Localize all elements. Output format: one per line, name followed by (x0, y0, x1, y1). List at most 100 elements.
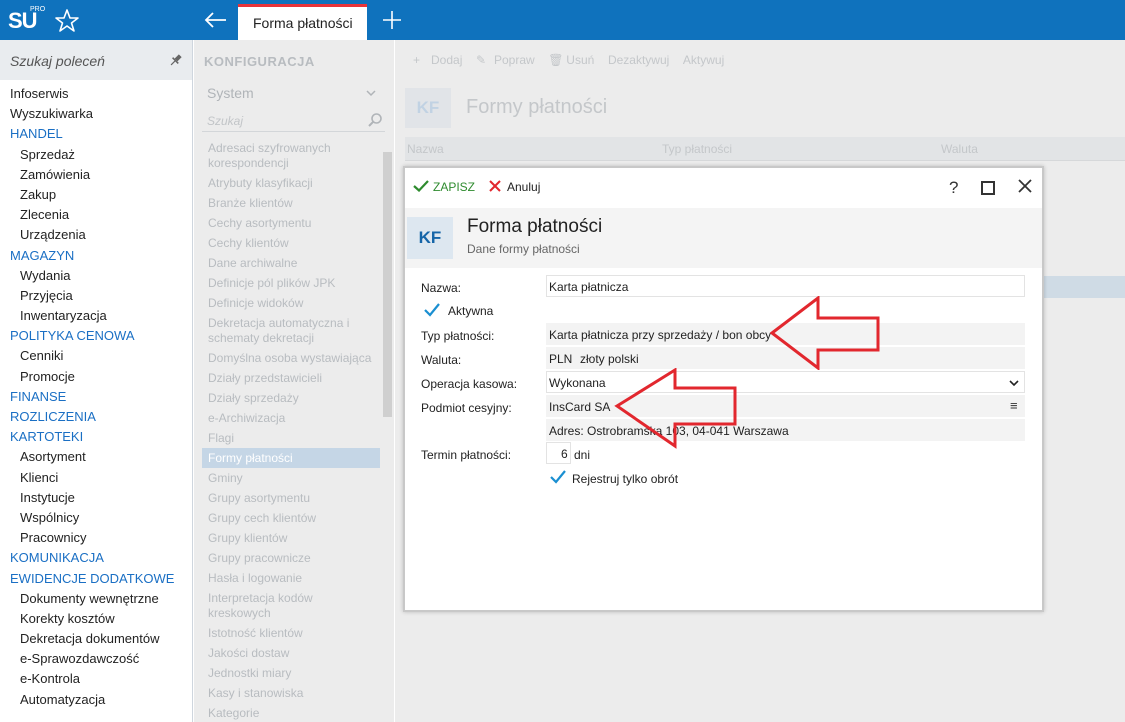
nav-item[interactable]: Wyszukiwarka (0, 104, 192, 124)
nav-item[interactable]: Urządzenia (0, 225, 192, 245)
nav-item[interactable]: Asortyment (0, 447, 192, 467)
list-menu-icon[interactable]: ≡ (1010, 398, 1018, 413)
config-list-item[interactable]: Adresaci szyfrowanych korespondencji (202, 138, 380, 173)
config-list-item[interactable]: Kasy i stanowiska (202, 683, 380, 703)
config-list-item[interactable]: Formy płatności (202, 448, 380, 468)
delete-button[interactable]: 🗑 Usuń (548, 53, 594, 67)
nav-item[interactable]: Dokumenty wewnętrzne (0, 589, 192, 609)
nav-item[interactable]: Infoserwis (0, 84, 192, 104)
nav-item[interactable]: Sprzedaż (0, 145, 192, 165)
config-list-item[interactable]: Dekretacja automatyczna i schematy dekre… (202, 313, 380, 348)
dialog-title: Forma płatności (467, 216, 603, 237)
save-button[interactable]: ZAPISZ (413, 180, 475, 194)
maximize-icon[interactable] (981, 181, 995, 195)
config-list-item[interactable]: Interpretacja kodów kreskowych (202, 588, 380, 623)
nav-item[interactable]: Cenniki (0, 346, 192, 366)
app-logo[interactable]: SU PRO (8, 6, 45, 36)
config-list-item[interactable]: Cechy asortymentu (202, 213, 380, 233)
payment-term-unit: dni (574, 448, 591, 462)
config-list-item[interactable]: Grupy cech klientów (202, 508, 380, 528)
config-list-item[interactable]: e-Archiwizacja (202, 408, 380, 428)
help-button[interactable]: ? (949, 178, 958, 198)
config-list-item[interactable]: Działy przedstawicieli (202, 368, 380, 388)
nav-section[interactable]: EWIDENCJE DODATKOWE (0, 569, 192, 589)
add-button[interactable]: + Dodaj (413, 53, 462, 67)
save-label: ZAPISZ (433, 180, 476, 194)
config-list-item[interactable]: Grupy klientów (202, 528, 380, 548)
config-list-item[interactable]: Flagi (202, 428, 380, 448)
config-scrollbar[interactable] (383, 152, 392, 417)
config-list-item[interactable]: Istotność klientów (202, 623, 380, 643)
active-checkbox[interactable] (423, 301, 441, 319)
config-list-item[interactable]: Jakości dostaw (202, 643, 380, 663)
command-search[interactable]: Szukaj poleceń (0, 40, 192, 80)
nav-item[interactable]: Wydania (0, 266, 192, 286)
new-tab-plus-icon[interactable] (378, 6, 406, 34)
column-typ-platnosci[interactable]: Typ płatności (662, 142, 732, 156)
payment-term-input[interactable]: 6 (546, 442, 571, 464)
nav-item[interactable]: Klienci (0, 468, 192, 488)
config-list-item[interactable]: Jednostki miary (202, 663, 380, 683)
trash-icon: 🗑 (548, 53, 564, 67)
nav-section[interactable]: POLITYKA CENOWA (0, 326, 192, 346)
nav-item[interactable]: Zakup (0, 185, 192, 205)
nav-section[interactable]: ROZLICZENIA (0, 407, 192, 427)
nav-section[interactable]: FINANSE (0, 387, 192, 407)
cancel-button[interactable]: Anuluj (489, 180, 540, 194)
nav-item[interactable]: Instytucje (0, 488, 192, 508)
config-list-item[interactable]: Atrybuty klasyfikacji (202, 173, 380, 193)
tab-forma-platnosci[interactable]: Forma płatności (238, 4, 367, 40)
nav-item[interactable]: Wspólnicy (0, 508, 192, 528)
nav-section[interactable]: KARTOTEKI (0, 427, 192, 447)
nav-item[interactable]: Inwentaryzacja (0, 306, 192, 326)
config-list-item[interactable]: Grupy asortymentu (202, 488, 380, 508)
config-list-item[interactable]: Definicje widoków (202, 293, 380, 313)
config-list-item[interactable]: Kategorie (202, 703, 380, 722)
nav-item[interactable]: Pracownicy (0, 528, 192, 548)
config-list-item[interactable]: Hasła i logowanie (202, 568, 380, 588)
config-list-item[interactable]: Działy sprzedaży (202, 388, 380, 408)
nav-section[interactable]: MAGAZYN (0, 246, 192, 266)
config-list-item[interactable]: Grupy pracownicze (202, 548, 380, 568)
nav-item[interactable]: Promocje (0, 367, 192, 387)
config-list-item[interactable]: Definicje pól plików JPK (202, 273, 380, 293)
turnover-only-checkbox[interactable] (549, 468, 567, 486)
tab-label: Forma płatności (253, 15, 353, 31)
name-label: Nazwa: (421, 281, 462, 295)
nav-item[interactable]: Automatyzacja (0, 690, 192, 710)
config-search[interactable]: Szukaj (202, 110, 385, 132)
name-field[interactable]: Karta płatnicza (546, 275, 1025, 297)
favorite-star-icon[interactable] (52, 6, 82, 34)
edit-button[interactable]: ✎ Popraw (476, 53, 535, 67)
column-nazwa[interactable]: Nazwa (407, 142, 444, 156)
config-list-item[interactable]: Branże klientów (202, 193, 380, 213)
close-icon[interactable] (1017, 178, 1033, 194)
config-search-input[interactable]: Szukaj (207, 114, 243, 128)
search-icon[interactable] (367, 112, 383, 128)
back-arrow-icon[interactable] (200, 6, 230, 34)
annotation-arrow-icon (614, 368, 737, 449)
nav-item[interactable]: Zlecenia (0, 205, 192, 225)
deactivate-button[interactable]: Dezaktywuj (608, 53, 669, 67)
config-category-select[interactable]: System (202, 82, 385, 106)
activate-button[interactable]: Aktywuj (683, 53, 724, 67)
nav-item[interactable]: Korekty kosztów (0, 609, 192, 629)
nav-item[interactable]: Zamówienia (0, 165, 192, 185)
config-list-item[interactable]: Gminy (202, 468, 380, 488)
pin-icon[interactable] (168, 52, 184, 68)
config-list-item[interactable]: Domyślna osoba wystawiająca (202, 348, 380, 368)
nav-item[interactable]: e-Sprawozdawczość (0, 649, 192, 669)
nav-section[interactable]: KOMUNIKACJA (0, 548, 192, 568)
config-list-item[interactable]: Dane archiwalne (202, 253, 380, 273)
nav-section[interactable]: HANDEL (0, 124, 192, 144)
selected-row[interactable] (1040, 276, 1125, 298)
nav-item[interactable]: Dekretacja dokumentów (0, 629, 192, 649)
close-x-icon (489, 180, 501, 192)
column-waluta[interactable]: Waluta (941, 142, 978, 156)
config-list-item[interactable]: Cechy klientów (202, 233, 380, 253)
nav-item[interactable]: e-Kontrola (0, 669, 192, 689)
cash-operation-label: Operacja kasowa: (421, 377, 518, 391)
config-panel: KONFIGURACJA System Szukaj Adresaci szyf… (194, 40, 394, 722)
nav-item[interactable]: Przyjęcia (0, 286, 192, 306)
command-search-input[interactable]: Szukaj poleceń (10, 53, 105, 69)
